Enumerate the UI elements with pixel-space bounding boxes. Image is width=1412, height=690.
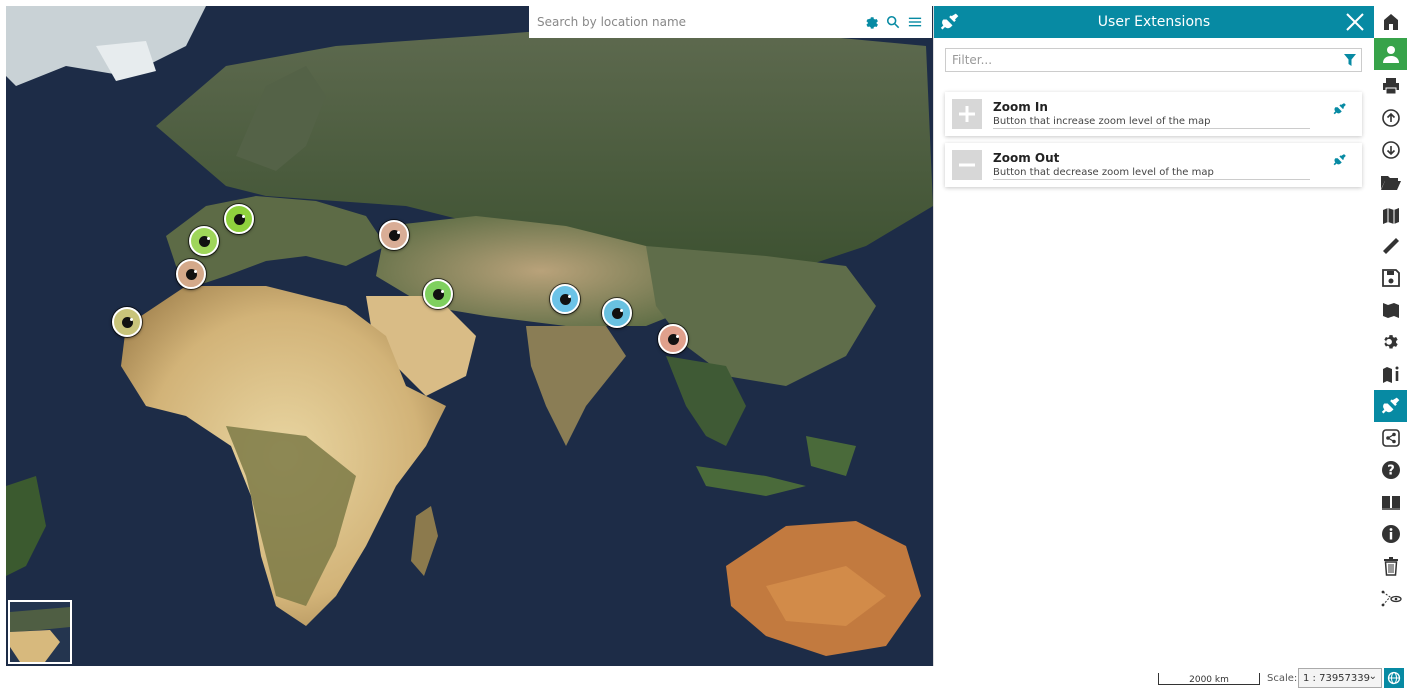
satellite-map-background (6, 6, 933, 666)
scale-bar: 2000 km (1158, 673, 1260, 685)
chevron-down-icon: ⌄ (1368, 671, 1377, 682)
extension-description: Button that increase zoom level of the m… (993, 115, 1211, 127)
filter-icon[interactable] (1339, 54, 1361, 66)
plus-icon (952, 99, 982, 129)
map-marker[interactable] (176, 259, 206, 289)
map-marker[interactable] (379, 220, 409, 250)
plug-icon (934, 6, 966, 38)
map-view[interactable] (6, 6, 933, 666)
filter-input[interactable] (946, 53, 1339, 67)
gear-icon[interactable] (860, 11, 882, 33)
marker-eye-icon (388, 229, 400, 241)
map-marker[interactable] (189, 226, 219, 256)
overview-minimap[interactable] (8, 600, 72, 664)
annotation-icon[interactable] (1374, 582, 1407, 614)
minus-icon (952, 150, 982, 180)
extension-item-zoom-out[interactable]: Zoom Out Button that decrease zoom level… (945, 143, 1362, 187)
panel-title: User Extensions (1097, 14, 1211, 30)
upload-icon[interactable] (1374, 102, 1407, 134)
gear-icon[interactable] (1374, 326, 1407, 358)
user-extensions-panel: User Extensions Zoom In Button that incr… (933, 6, 1374, 666)
marker-eye-icon (432, 288, 444, 300)
marker-eye-icon (198, 235, 210, 247)
home-icon[interactable] (1374, 6, 1407, 38)
measure-icon[interactable] (1374, 230, 1407, 262)
extensions-list: Zoom In Button that increase zoom level … (945, 92, 1362, 187)
marker-eye-icon (611, 307, 623, 319)
print-icon[interactable] (1374, 70, 1407, 102)
scale-select[interactable]: 1 : 73957339 ⌄ (1298, 668, 1382, 688)
share-icon[interactable] (1374, 422, 1407, 454)
scale-bar-label: 2000 km (1189, 675, 1229, 685)
catalog-icon[interactable] (1374, 198, 1407, 230)
map-footer: 2000 km Scale: 1 : 73957339 ⌄ (0, 666, 1412, 690)
plug-toggle-icon[interactable] (1333, 102, 1349, 118)
user-icon[interactable] (1374, 38, 1407, 70)
svg-text:?: ? (1387, 464, 1395, 479)
plug-toggle-icon[interactable] (1333, 153, 1349, 169)
scale-value: 1 : 73957339 (1303, 672, 1370, 684)
map-marker[interactable] (423, 279, 453, 309)
map-marker[interactable] (658, 324, 688, 354)
map-info-icon[interactable] (1374, 358, 1407, 390)
scale-label: Scale: (1267, 673, 1298, 684)
extension-name: Zoom In (993, 99, 1048, 114)
info-icon[interactable] (1374, 518, 1407, 550)
marker-eye-icon (559, 293, 571, 305)
right-toolbar: ? (1374, 6, 1407, 666)
folder-open-icon[interactable] (1374, 166, 1407, 198)
panel-header: User Extensions (934, 6, 1374, 38)
search-input[interactable] (535, 14, 860, 30)
help-icon[interactable]: ? (1374, 454, 1407, 486)
marker-eye-icon (185, 268, 197, 280)
extension-name: Zoom Out (993, 150, 1060, 165)
filter-box (945, 48, 1362, 72)
globe-icon[interactable] (1384, 668, 1404, 688)
map-marker[interactable] (112, 307, 142, 337)
save-icon[interactable] (1374, 262, 1407, 294)
location-search-bar (529, 6, 932, 38)
extension-item-zoom-in[interactable]: Zoom In Button that increase zoom level … (945, 92, 1362, 136)
extension-description: Button that decrease zoom level of the m… (993, 166, 1214, 178)
marker-eye-icon (121, 316, 133, 328)
marker-eye-icon (233, 213, 245, 225)
map-marker[interactable] (602, 298, 632, 328)
search-icon[interactable] (882, 11, 904, 33)
trash-icon[interactable] (1374, 550, 1407, 582)
marker-eye-icon (667, 333, 679, 345)
close-icon[interactable] (1340, 6, 1370, 38)
map-book-icon[interactable] (1374, 294, 1407, 326)
menu-icon[interactable] (904, 11, 926, 33)
download-icon[interactable] (1374, 134, 1407, 166)
map-marker[interactable] (224, 204, 254, 234)
map-marker[interactable] (550, 284, 580, 314)
plug-icon[interactable] (1374, 390, 1407, 422)
book-icon[interactable] (1374, 486, 1407, 518)
